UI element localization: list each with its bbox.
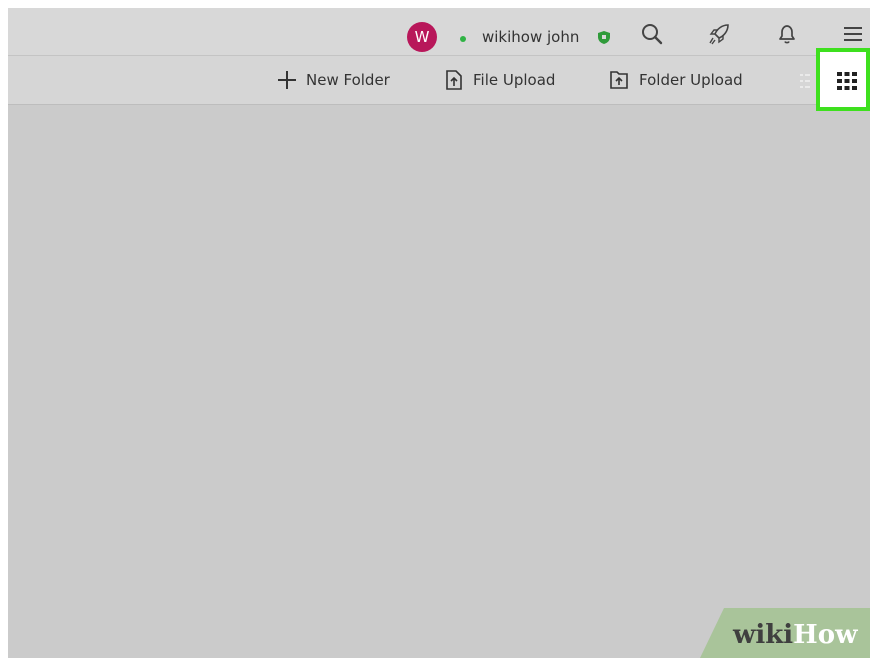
top-bar: W wikihow john [8, 8, 870, 56]
shield-icon [598, 31, 610, 44]
watermark-part-wiki: wiki [733, 620, 794, 650]
search-button[interactable] [639, 21, 665, 47]
notifications-button[interactable] [774, 21, 800, 47]
username[interactable]: wikihow john [482, 28, 579, 46]
file-list-area[interactable] [8, 105, 870, 658]
online-status-dot [460, 36, 466, 42]
new-folder-label: New Folder [306, 71, 390, 89]
main-menu-button[interactable] [840, 21, 866, 47]
rocket-button[interactable] [706, 21, 732, 47]
file-manager-window: W wikihow john New Folder File Upload Fo… [8, 8, 870, 658]
folder-upload-label: Folder Upload [639, 71, 743, 89]
new-folder-button[interactable]: New Folder [278, 67, 390, 93]
file-upload-icon [446, 70, 462, 90]
search-icon [642, 24, 663, 45]
folder-upload-button[interactable]: Folder Upload [609, 67, 743, 93]
bell-icon [779, 25, 795, 44]
folder-upload-icon [610, 71, 628, 89]
avatar-letter: W [414, 28, 430, 46]
list-view-button[interactable] [800, 73, 810, 93]
watermark-logo: wikiHow [733, 620, 857, 650]
list-view-icon [800, 74, 810, 88]
grid-view-icon [837, 72, 857, 90]
toolbar: New Folder File Upload Folder Upload [8, 56, 870, 105]
grid-view-button[interactable] [816, 48, 870, 111]
avatar[interactable]: W [407, 22, 437, 52]
watermark-part-how: How [793, 620, 858, 650]
rocket-icon [709, 24, 729, 45]
plus-icon [278, 71, 296, 89]
file-upload-button[interactable]: File Upload [445, 67, 555, 93]
file-upload-label: File Upload [473, 71, 556, 89]
menu-icon [844, 27, 862, 41]
